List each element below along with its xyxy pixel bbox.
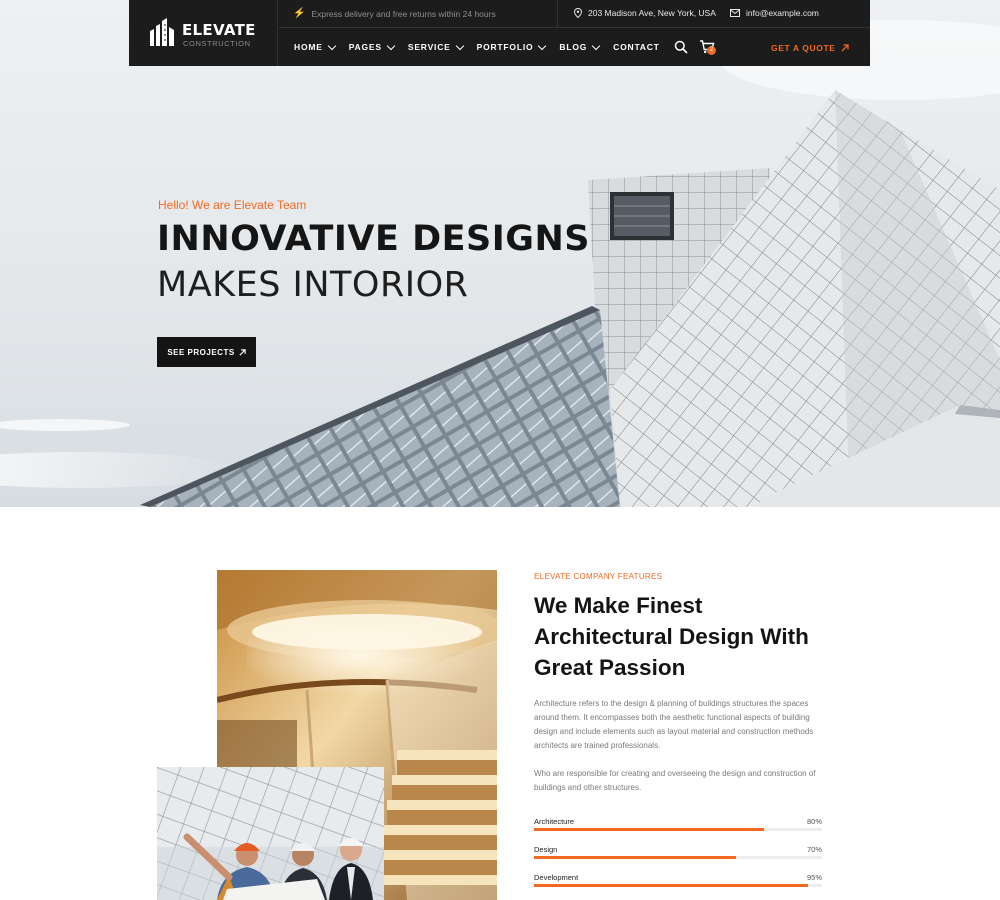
skill-label: Design: [534, 845, 558, 854]
nav-item-home[interactable]: HOME: [294, 41, 336, 52]
chevron-down-icon: [386, 41, 396, 50]
nav-item-portfolio[interactable]: PORTFOLIO: [476, 41, 547, 52]
mail-icon: [730, 9, 740, 17]
nav-label: CONTACT: [613, 42, 660, 52]
progress-track: [534, 884, 822, 887]
hero-subtitle: MAKES INTORIOR: [157, 265, 469, 305]
nav-item-contact[interactable]: CONTACT: [613, 42, 660, 52]
nav-label: BLOG: [559, 42, 588, 52]
skill-percent: 95%: [806, 873, 822, 882]
skill-label: Architecture: [534, 817, 575, 826]
divider: [557, 0, 558, 28]
chevron-down-icon: [327, 41, 336, 50]
nav-item-service[interactable]: SERVICE: [407, 41, 464, 52]
engineers-team-image: [157, 767, 384, 900]
nav-label: PORTFOLIO: [476, 42, 534, 52]
address-info: 203 Madison Ave, New York, USA: [574, 8, 716, 18]
building-logo-icon: [150, 18, 174, 46]
get-quote-label: GET A QUOTE: [771, 43, 836, 53]
nav-label: PAGES: [348, 42, 382, 52]
email-info[interactable]: info@example.com: [730, 8, 819, 18]
progress-track: [534, 828, 822, 831]
progress-fill: [534, 884, 808, 887]
get-quote-button[interactable]: GET A QUOTE: [771, 43, 849, 53]
chevron-down-icon: [455, 41, 464, 50]
progress-fill: [534, 828, 765, 831]
hero-eyebrow: Hello! We are Elevate Team: [158, 198, 307, 212]
see-projects-button[interactable]: SEE PROJECTS: [157, 337, 256, 367]
features-eyebrow: ELEVATE COMPANY FEATURES: [534, 572, 663, 581]
logo-tagline: CONSTRUCTION: [183, 39, 251, 48]
nav-label: HOME: [294, 42, 323, 52]
nav-item-pages[interactable]: PAGES: [348, 41, 396, 52]
see-projects-label: SEE PROJECTS: [167, 347, 235, 357]
chevron-down-icon: [591, 41, 601, 50]
skill-percent: 70%: [806, 845, 822, 854]
nav-label: SERVICE: [407, 42, 451, 52]
logo[interactable]: ELEVATE CONSTRUCTION: [129, 0, 278, 66]
skill-percent: 80%: [806, 817, 822, 826]
promo-text: ⚡ Express delivery and free returns with…: [293, 8, 496, 19]
top-info-bar: ⚡ Express delivery and free returns with…: [279, 0, 870, 28]
nav-item-blog[interactable]: BLOG: [559, 41, 601, 52]
arrow-up-right-icon: [841, 44, 849, 52]
chevron-down-icon: [538, 41, 547, 50]
logo-name: ELEVATE: [182, 21, 256, 39]
arrow-up-right-icon: [239, 348, 246, 356]
skill-label: Development: [534, 873, 579, 882]
progress-fill: [534, 856, 736, 859]
progress-track: [534, 856, 822, 859]
main-nav: HOME PAGES SERVICE PORTFOLIO BLOG CONTAC…: [294, 41, 674, 52]
features-paragraph-1: Architecture refers to the design & plan…: [534, 699, 814, 750]
site-header: ELEVATE CONSTRUCTION ⚡ Express delivery …: [129, 0, 870, 66]
features-title: We Make Finest Architectural Design With…: [534, 593, 809, 680]
hero-title: INNOVATIVE DESIGNS: [157, 219, 590, 259]
hero-section: ELEVATE CONSTRUCTION ⚡ Express delivery …: [0, 0, 1000, 507]
features-paragraph-2: Who are responsible for creating and ove…: [534, 769, 816, 792]
search-icon[interactable]: [674, 40, 688, 54]
cart-count-badge: 2: [707, 46, 716, 55]
promo-label: Express delivery and free returns within…: [311, 8, 496, 19]
address-label: 203 Madison Ave, New York, USA: [588, 8, 716, 18]
lightning-icon: ⚡: [293, 8, 306, 19]
email-label[interactable]: info@example.com: [746, 8, 819, 18]
location-pin-icon: [574, 8, 582, 18]
